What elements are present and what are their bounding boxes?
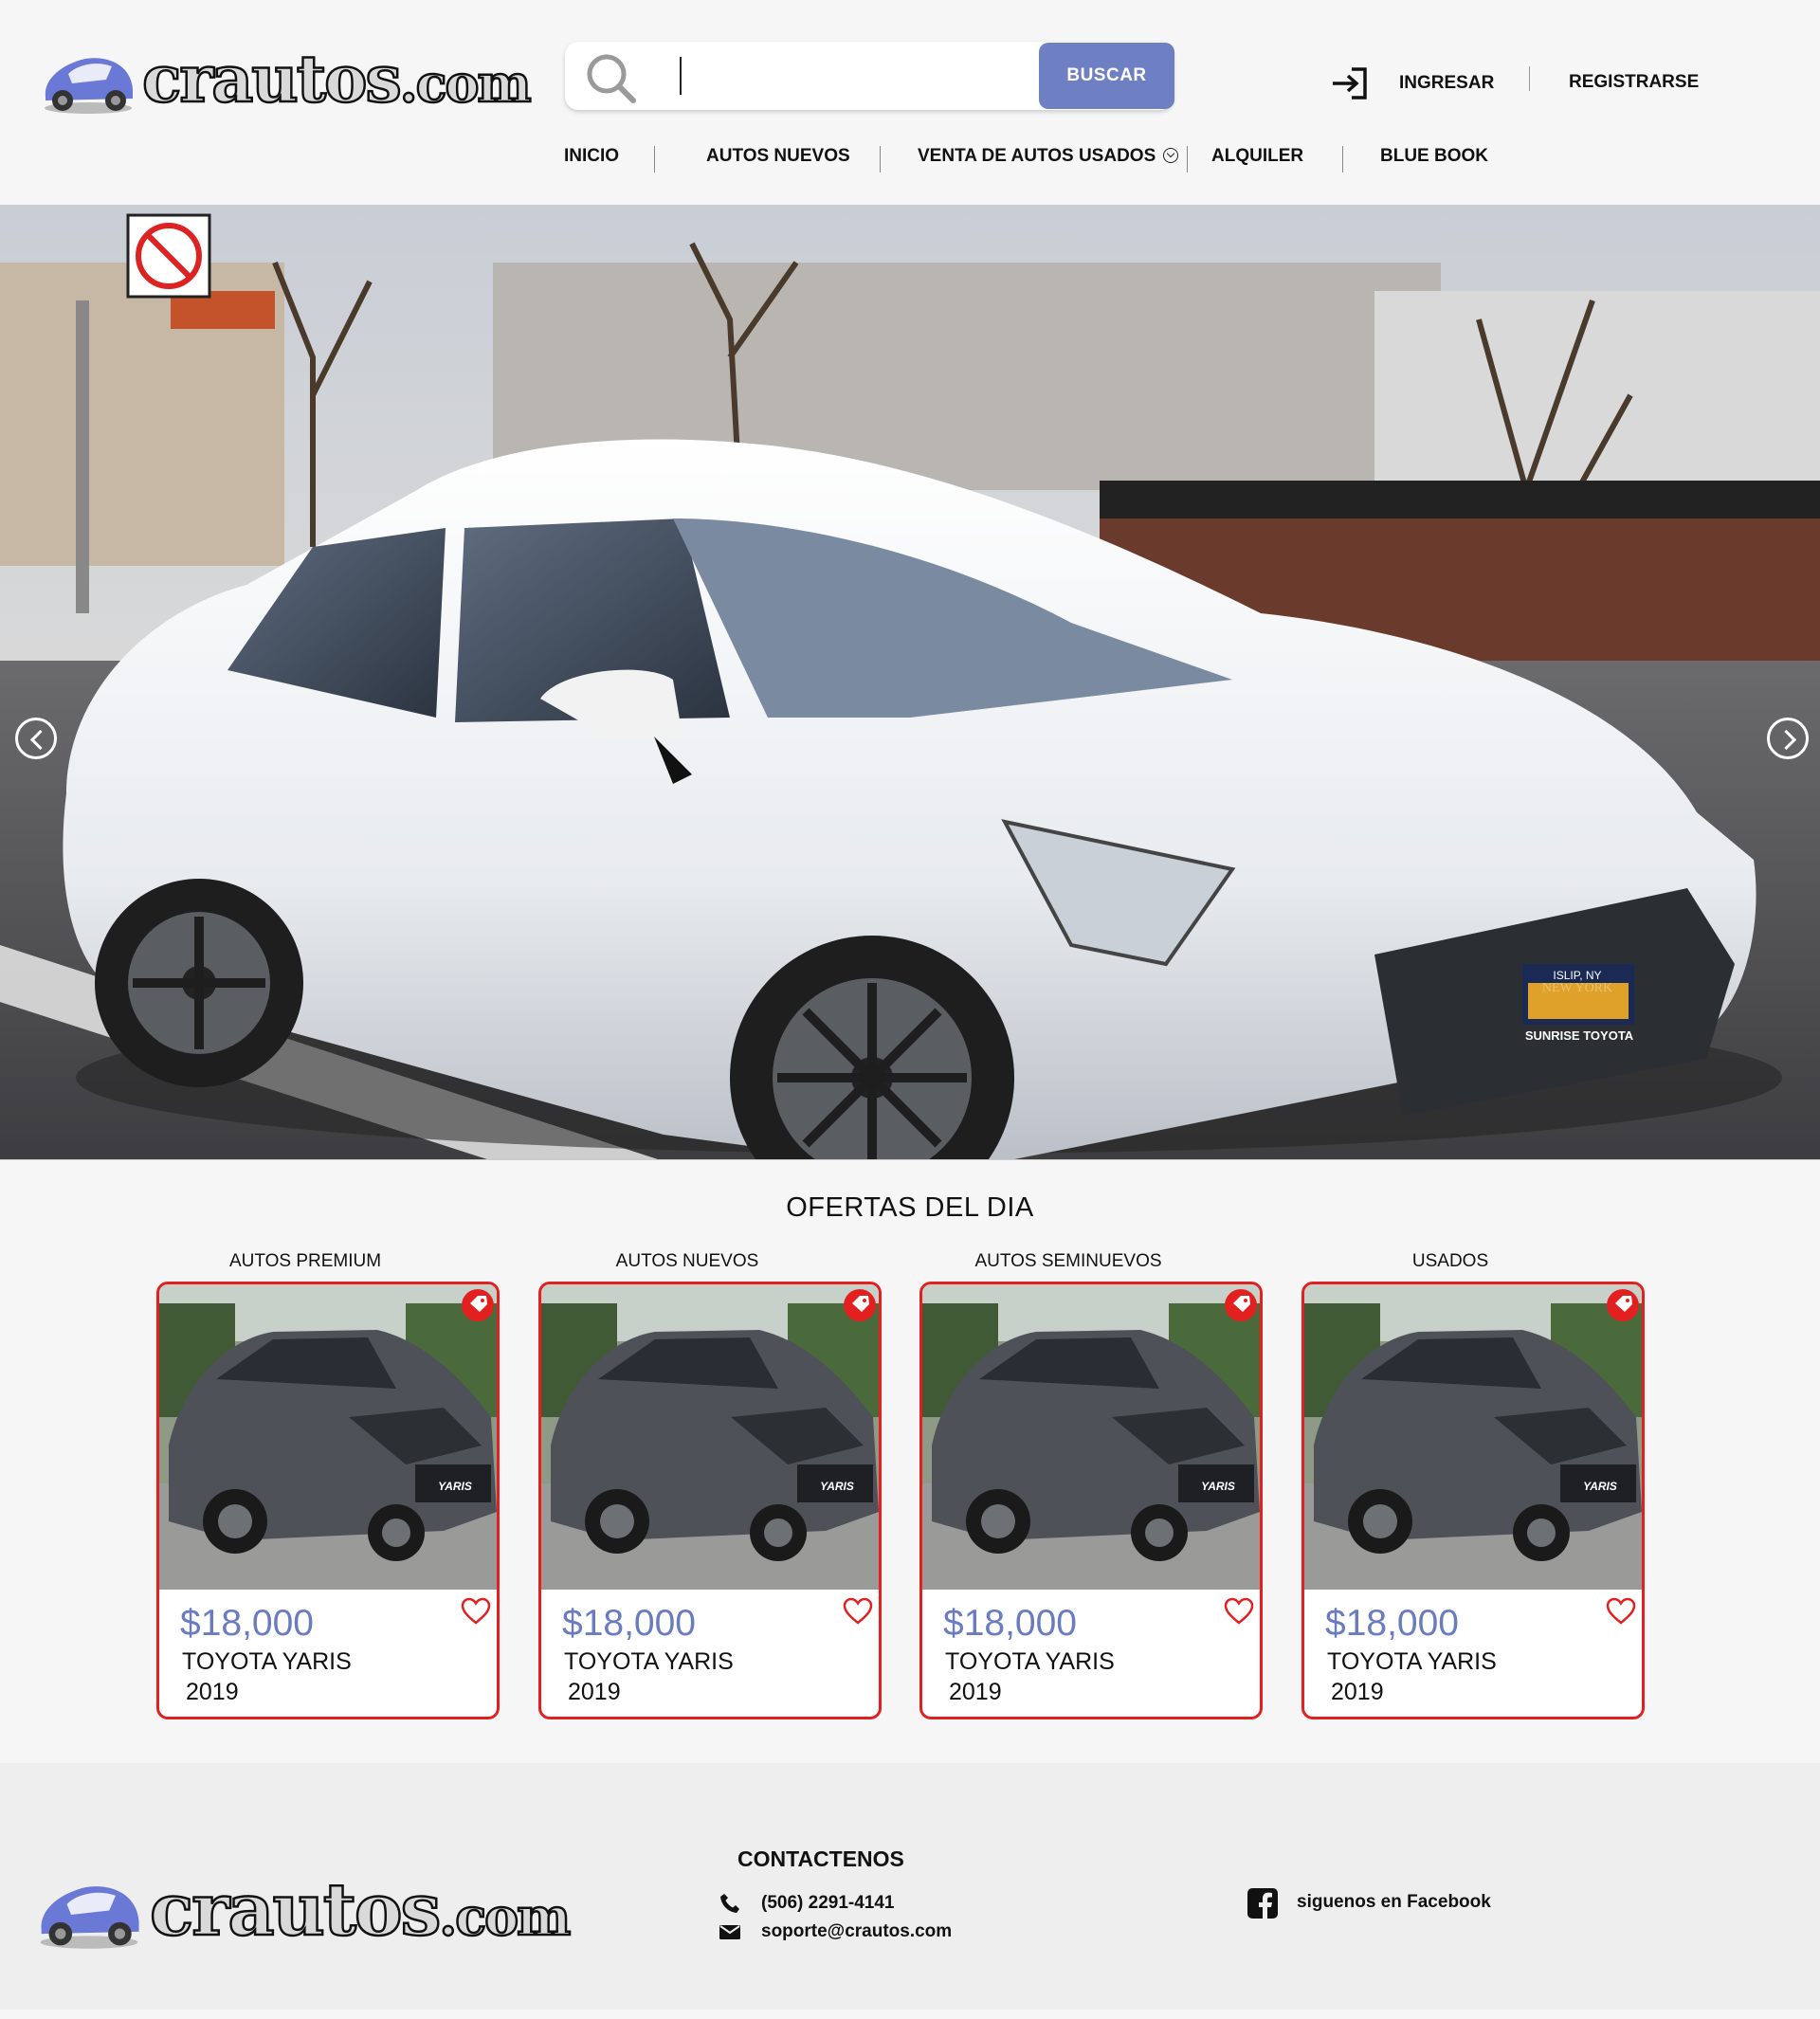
- chevron-down-icon[interactable]: [1163, 148, 1179, 163]
- heart-icon[interactable]: [1606, 1597, 1636, 1626]
- logo-car-icon: [45, 58, 133, 114]
- yaris-badge-text: YARIS: [820, 1480, 854, 1493]
- offers-section: OFERTAS DEL DIA AUTOS PREMIUM YARIS $18,00…: [0, 1160, 1820, 1763]
- heart-icon[interactable]: [1224, 1597, 1254, 1626]
- offer-card[interactable]: YARIS $18,000 TOYOTA YARIS 2019: [538, 1282, 882, 1719]
- login-icon[interactable]: [1331, 66, 1369, 100]
- price-tag-icon: [1225, 1289, 1257, 1321]
- offer-car-photo: YARIS: [159, 1284, 497, 1590]
- facebook-icon: [1247, 1888, 1278, 1919]
- yaris-badge-text: YARIS: [438, 1480, 472, 1493]
- heart-icon[interactable]: [843, 1597, 873, 1626]
- price-tag-icon: [462, 1289, 494, 1321]
- logo-suffix: .com: [438, 1885, 572, 1949]
- offer-category-label: AUTOS SEMINUEVOS: [974, 1251, 1162, 1271]
- price-tag-icon: [844, 1289, 876, 1321]
- header-divider: [1529, 66, 1530, 91]
- offer-model: TOYOTA YARIS: [564, 1648, 734, 1675]
- plate-state-text: NEW YORK: [1542, 981, 1612, 995]
- offer-model: TOYOTA YARIS: [1327, 1648, 1497, 1675]
- heart-icon[interactable]: [461, 1597, 491, 1626]
- offer-card[interactable]: YARIS $18,000 TOYOTA YARIS 2019: [1301, 1282, 1645, 1719]
- offer-card[interactable]: YARIS $18,000 TOYOTA YARIS 2019: [919, 1282, 1263, 1719]
- offer-category-label: USADOS: [1411, 1251, 1489, 1271]
- offer-year: 2019: [186, 1679, 239, 1705]
- yaris-badge-text: YARIS: [1201, 1480, 1235, 1493]
- offer-car-photo: YARIS: [541, 1284, 879, 1590]
- offers-title: OFERTAS DEL DIA: [786, 1192, 1034, 1223]
- search-caret: [680, 57, 682, 95]
- nav-divider: [654, 146, 655, 173]
- logo-wordmark: crautos.com: [149, 1866, 573, 1954]
- offer-category-label: AUTOS NUEVOS: [615, 1251, 759, 1271]
- logo-text: crautos: [141, 41, 403, 119]
- nav-item-venta-usados[interactable]: VENTA DE AUTOS USADOS: [918, 146, 1179, 167]
- offer-category-label: AUTOS PREMIUM: [228, 1251, 382, 1271]
- offer-price: $18,000: [943, 1603, 1077, 1644]
- search-button[interactable]: BUSCAR: [1039, 43, 1174, 109]
- site-logo[interactable]: crautos.com: [40, 41, 533, 119]
- nav-divider: [1187, 146, 1188, 173]
- nav-item-venta-usados-label: VENTA DE AUTOS USADOS: [918, 146, 1156, 166]
- nav-item-autos-nuevos[interactable]: AUTOS NUEVOS: [706, 146, 850, 167]
- hero-carousel: ISLIP, NY NEW YORK SUNRISE TOYOTA: [0, 205, 1820, 1160]
- contact-email-text: soporte@crautos.com: [761, 1921, 953, 1941]
- offer-model: TOYOTA YARIS: [182, 1648, 352, 1675]
- arrow-left-icon[interactable]: [15, 718, 57, 759]
- offer-year: 2019: [568, 1679, 621, 1705]
- offer-price: $18,000: [562, 1603, 696, 1644]
- logo-text: crautos: [149, 1866, 443, 1954]
- offer-car-photo: YARIS: [1304, 1284, 1642, 1590]
- phone-icon: [720, 1894, 739, 1913]
- site-header: crautos.com BUSCAR INGRESAR REGISTRARSE …: [0, 0, 1820, 205]
- footer-logo[interactable]: crautos.com: [34, 1866, 603, 1953]
- offer-car-photo: YARIS: [922, 1284, 1260, 1590]
- arrow-right-icon[interactable]: [1767, 718, 1809, 759]
- nav-item-blue-book[interactable]: BLUE BOOK: [1380, 146, 1488, 167]
- offer-price: $18,000: [1325, 1603, 1459, 1644]
- offer-year: 2019: [1331, 1679, 1384, 1705]
- nav-item-alquiler[interactable]: ALQUILER: [1211, 146, 1303, 167]
- register-link[interactable]: REGISTRARSE: [1569, 72, 1699, 93]
- plate-dealer-text: SUNRISE TOYOTA: [1525, 1028, 1634, 1043]
- offer-year: 2019: [949, 1679, 1002, 1705]
- offer-price: $18,000: [180, 1603, 314, 1644]
- plate-top-text: ISLIP, NY: [1553, 969, 1601, 982]
- nav-divider: [1342, 146, 1343, 173]
- logo-suffix: .com: [399, 52, 533, 116]
- search-icon[interactable]: [582, 49, 639, 106]
- nav-item-inicio[interactable]: INICIO: [564, 146, 619, 167]
- login-link[interactable]: INGRESAR: [1399, 73, 1494, 94]
- contact-title: CONTACTENOS: [737, 1846, 904, 1871]
- logo-wordmark: crautos.com: [141, 41, 533, 119]
- logo-car-icon: [40, 1886, 139, 1949]
- offer-model: TOYOTA YARIS: [945, 1648, 1115, 1675]
- price-tag-icon: [1607, 1289, 1639, 1321]
- mail-icon: [719, 1925, 740, 1939]
- facebook-text: siguenos en Facebook: [1297, 1892, 1491, 1912]
- contact-phone-text: (506) 2291-4141: [761, 1893, 895, 1913]
- main-nav: INICIO AUTOS NUEVOS VENTA DE AUTOS USADO…: [0, 146, 1820, 174]
- site-footer: crautos.com CONTACTENOS (506) 2291-4141 …: [0, 1763, 1820, 2010]
- hero-car-photo: ISLIP, NY NEW YORK SUNRISE TOYOTA: [0, 206, 1820, 1159]
- nav-divider: [880, 146, 881, 173]
- yaris-badge-text: YARIS: [1583, 1480, 1617, 1493]
- offer-card[interactable]: YARIS $18,000 TOYOTA YARIS 2019: [156, 1282, 500, 1719]
